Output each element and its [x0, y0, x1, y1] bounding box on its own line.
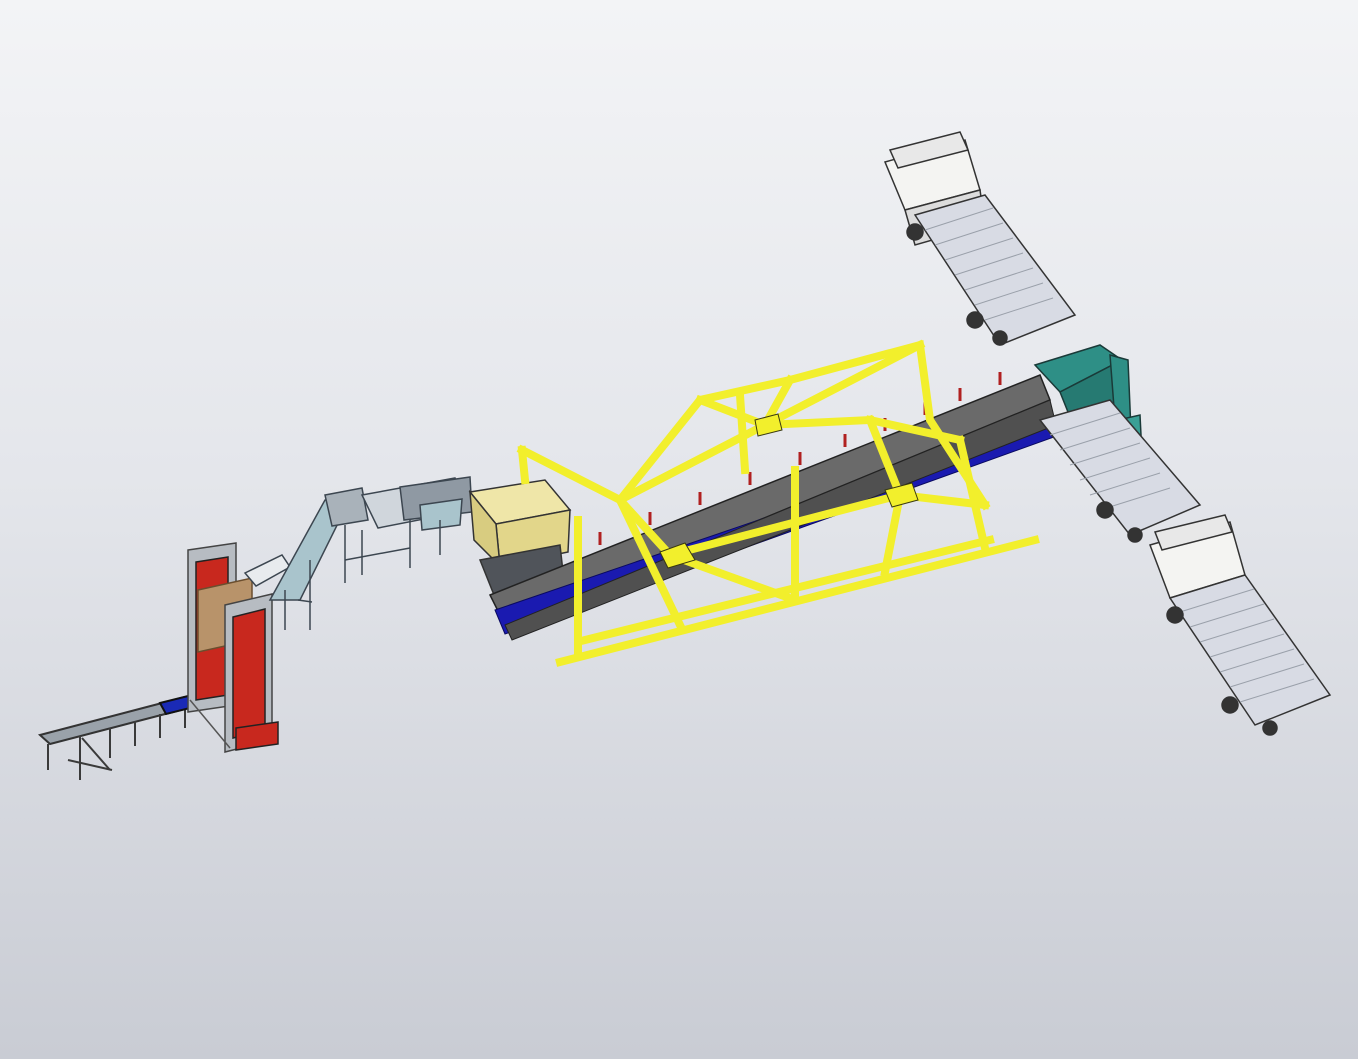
- cad-viewport[interactable]: [0, 0, 1358, 1059]
- screen-unit[interactable]: [344, 476, 473, 583]
- flatbed-truck-3[interactable]: [1149, 514, 1332, 736]
- flatbed-truck-2[interactable]: [1038, 399, 1202, 543]
- flatbed-truck-1[interactable]: [883, 131, 1077, 346]
- feed-roller-conveyor[interactable]: [37, 693, 200, 780]
- cad-scene[interactable]: [0, 0, 1358, 1059]
